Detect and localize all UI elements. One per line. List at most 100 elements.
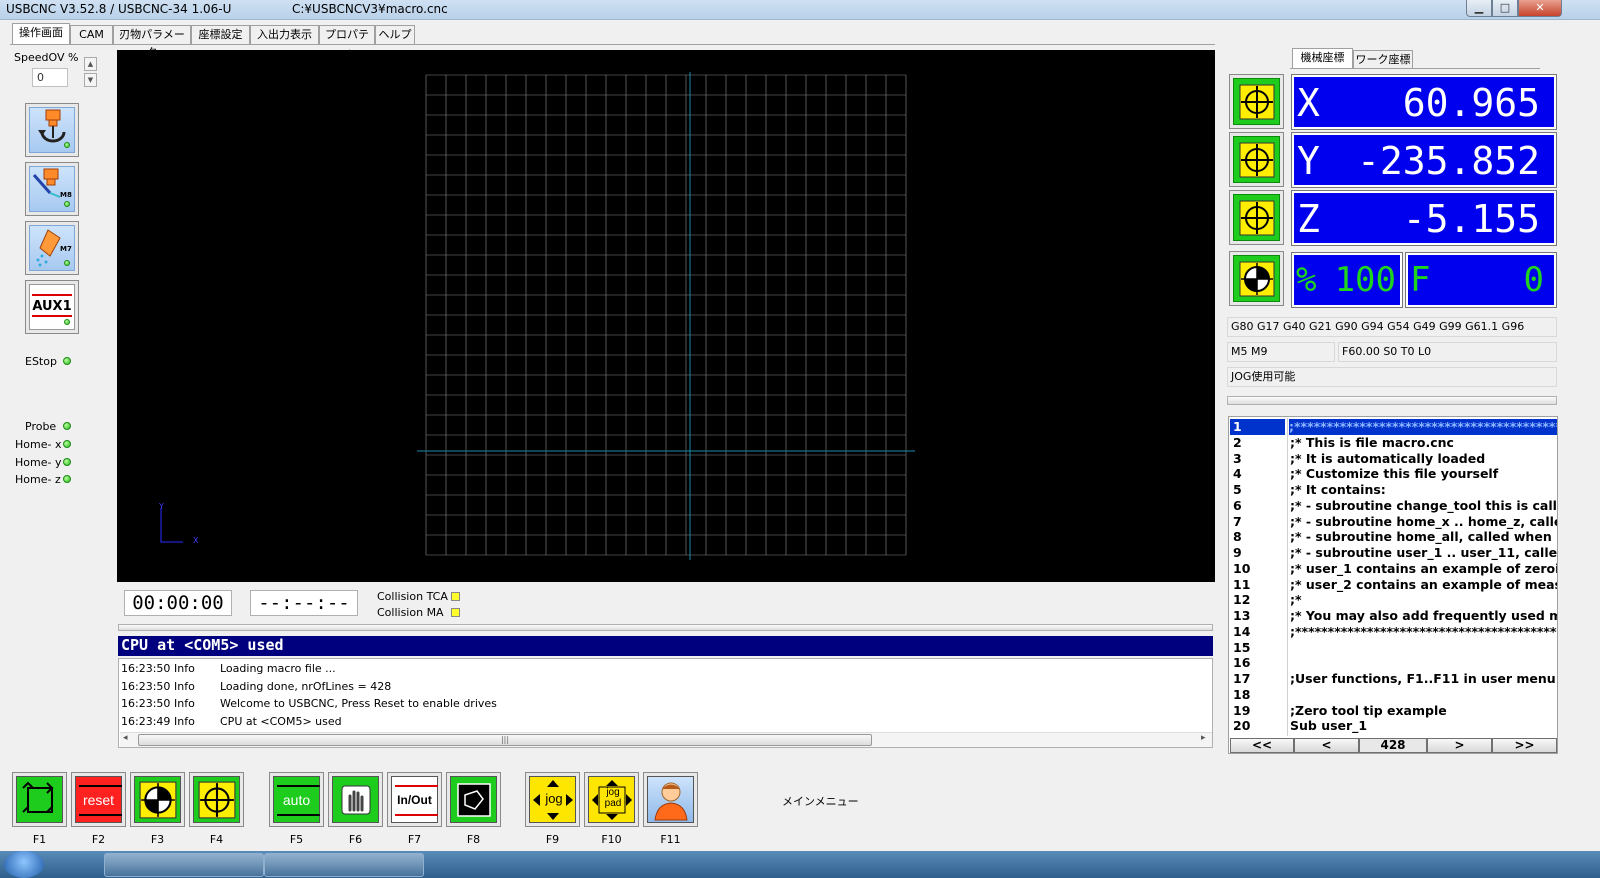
dro-y: Y -235.852 (1291, 132, 1557, 188)
mist-coolant-button[interactable]: M7 (25, 221, 79, 275)
code-line[interactable]: 5 ;* It contains: (1229, 482, 1557, 498)
code-line-text: ;Zero tool tip example (1290, 702, 1447, 718)
f9-key-label: F9 (545, 833, 560, 846)
f2-reset-button[interactable]: reset (71, 772, 126, 827)
program-listing[interactable]: 1 ;**************************************… (1228, 416, 1558, 754)
code-line[interactable]: 9 ;* - subroutine user_1 .. user_11, call… (1229, 545, 1557, 561)
zero-x-button[interactable] (1229, 74, 1284, 129)
code-line-number: 18 (1233, 686, 1251, 702)
tab-coordinates[interactable]: 座標設定 (191, 25, 250, 45)
f7-inout-button[interactable]: In/Out (387, 772, 442, 827)
code-line[interactable]: 4 ;* Customize this file yourself (1229, 466, 1557, 482)
code-line-number: 16 (1233, 655, 1251, 671)
aux1-button[interactable]: AUX1 (25, 280, 79, 334)
code-line[interactable]: 13 ;* You may also add frequently used ma… (1229, 608, 1557, 624)
code-line[interactable]: 11 ;* user_2 contains an example of measu (1229, 577, 1557, 593)
tab-operation[interactable]: 操作画面 (12, 23, 70, 45)
override-label: % (1296, 260, 1317, 300)
code-line-number: 4 (1233, 466, 1242, 482)
work-grid (417, 72, 915, 560)
nav-first-button[interactable]: << (1230, 738, 1294, 753)
code-line-text: ;* - subroutine user_1 .. user_11, calle… (1290, 545, 1557, 560)
f5-auto-button[interactable]: auto (269, 772, 324, 827)
code-line[interactable]: 18 (1229, 687, 1557, 703)
scroll-left-arrow[interactable]: ◂ (123, 733, 128, 743)
code-line-number: 15 (1233, 639, 1251, 655)
code-line-number: 3 (1233, 450, 1242, 466)
code-line[interactable]: 15 (1229, 640, 1557, 656)
log-message: CPU at <COM5> used (220, 714, 342, 728)
aux1-status-led (64, 319, 70, 325)
tab-cam[interactable]: CAM (70, 25, 113, 45)
log-level: Info (174, 662, 195, 675)
code-line[interactable]: 12 ;* (1229, 592, 1557, 608)
mist-coolant-label: M7 (60, 245, 72, 253)
code-line[interactable]: 16 (1229, 655, 1557, 671)
tab-tool-params[interactable]: 刃物パラメータ (113, 25, 191, 59)
home-y-label: Home- y (15, 456, 62, 469)
f6-key-label: F6 (348, 833, 363, 846)
code-line[interactable]: 8 ;* - subroutine home_all, called when h… (1229, 529, 1557, 545)
speedov-up-button[interactable]: ▲ (84, 57, 97, 71)
f11-user-button[interactable] (643, 772, 698, 827)
code-line[interactable]: 14 ;*************************************… (1229, 624, 1557, 640)
code-line[interactable]: 3 ;* It is automatically loaded (1229, 451, 1557, 467)
code-line[interactable]: 6 ;* - subroutine change_tool this is cal… (1229, 498, 1557, 514)
speedov-down-button[interactable]: ▼ (84, 73, 97, 87)
f10-jogpad-button[interactable]: jog pad (584, 772, 639, 827)
nav-last-button[interactable]: >> (1492, 738, 1557, 753)
window-file-path: C:¥USBCNCV3¥macro.cnc (292, 2, 448, 16)
tab-work-coords[interactable]: ワーク座標 (1353, 50, 1413, 69)
f1-button[interactable] (12, 772, 67, 827)
estop-label: EStop (25, 355, 57, 368)
code-line[interactable]: 10 ;* user_1 contains an example of zeroi… (1229, 561, 1557, 577)
code-line[interactable]: 19 ;Zero tool tip example (1229, 703, 1557, 719)
line-count: 428 (1359, 738, 1427, 753)
code-line[interactable]: 1 ;**************************************… (1229, 419, 1557, 435)
f3-button[interactable] (130, 772, 185, 827)
code-line[interactable]: 7 ;* - subroutine home_x .. home_z, calle… (1229, 514, 1557, 530)
tab-help[interactable]: ヘルプ (375, 25, 415, 45)
log-scroll-thumb[interactable]: ||| (138, 734, 872, 746)
zero-all-button[interactable] (1229, 251, 1284, 306)
maximize-button[interactable]: □ (1492, 0, 1518, 17)
f4-button[interactable] (189, 772, 244, 827)
minimize-button[interactable]: ▁ (1466, 0, 1492, 17)
f6-manual-button[interactable] (328, 772, 383, 827)
tab-io[interactable]: 入出力表示 (250, 25, 319, 45)
code-line[interactable]: 2 ;* This is file macro.cnc (1229, 435, 1557, 451)
code-line[interactable]: 17 ;User functions, F1..F11 in user menu (1229, 671, 1557, 687)
code-line-text: ;* It contains: (1290, 482, 1386, 497)
jog-label: jog (545, 791, 563, 806)
flood-coolant-button[interactable]: M8 (25, 162, 79, 216)
nav-prev-button[interactable]: < (1294, 738, 1359, 753)
f8-button[interactable] (446, 772, 501, 827)
spindle-button[interactable] (25, 103, 79, 157)
nav-next-button[interactable]: > (1427, 738, 1492, 753)
code-line-number: 12 (1233, 592, 1251, 608)
start-button[interactable] (4, 851, 44, 878)
log-message: Welcome to USBCNC, Press Reset to enable… (220, 697, 497, 710)
close-button[interactable]: ✕ (1518, 0, 1562, 17)
code-line[interactable]: 20 Sub user_1 (1229, 718, 1557, 734)
feed-value: 0 (1523, 260, 1544, 300)
crosshair-icon (1239, 84, 1274, 119)
tab-divider (10, 44, 1215, 45)
home-x-label: Home- x (15, 438, 62, 451)
f9-jog-button[interactable]: jog (525, 772, 580, 827)
log-time: 16:23:50 (121, 662, 171, 675)
dro-x-value: 60.965 (1402, 81, 1540, 125)
zero-z-button[interactable] (1229, 190, 1284, 245)
f2-key-label: F2 (91, 833, 106, 846)
toolpath-view[interactable]: Y X (117, 50, 1215, 582)
tab-properties[interactable]: プロパティ (319, 25, 375, 59)
zero-y-button[interactable] (1229, 132, 1284, 187)
tab-machine-coords[interactable]: 機械座標 (1292, 48, 1353, 69)
line-number-divider (1287, 418, 1288, 736)
scroll-right-arrow[interactable]: ▸ (1201, 733, 1206, 743)
speedov-input[interactable]: 0 (32, 68, 68, 87)
jog-status: JOG使用可能 (1227, 367, 1557, 387)
taskbar-item[interactable] (264, 853, 424, 877)
dro-z-label: Z (1297, 197, 1320, 241)
taskbar-item[interactable] (104, 853, 264, 877)
